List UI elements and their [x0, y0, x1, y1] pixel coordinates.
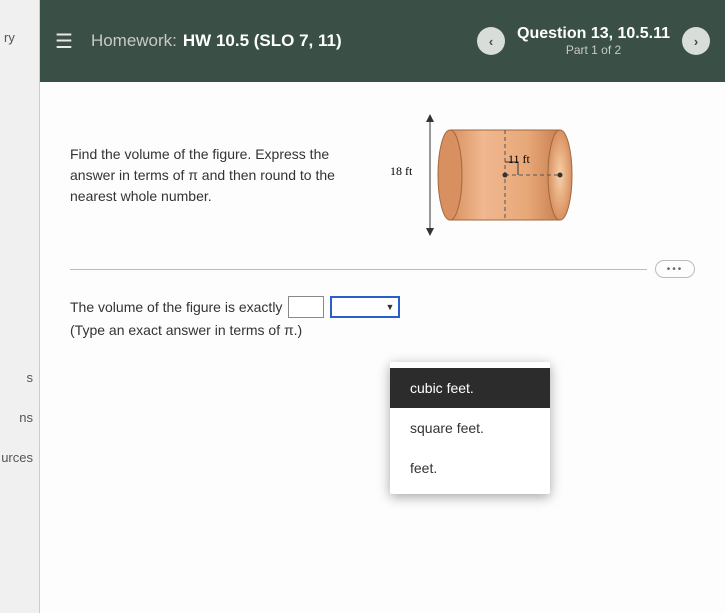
header: ☰ Homework: HW 10.5 (SLO 7, 11) ‹ Questi…: [40, 0, 725, 82]
sidebar-fragment-3: ns: [19, 410, 33, 425]
sidebar-fragment-1: ry: [4, 30, 15, 45]
more-options-button[interactable]: •••: [655, 260, 695, 278]
chevron-down-icon: ▼: [386, 302, 395, 312]
answer-input[interactable]: [288, 296, 324, 318]
answer-hint: (Type an exact answer in terms of π.): [70, 322, 695, 338]
content-area: Find the volume of the figure. Express t…: [40, 82, 725, 613]
menu-icon[interactable]: ☰: [55, 29, 73, 54]
answer-prompt: The volume of the figure is exactly: [70, 299, 282, 315]
next-question-button[interactable]: ›: [682, 27, 710, 55]
unit-dropdown[interactable]: ▼: [330, 296, 400, 318]
height-label: 18 ft: [390, 164, 412, 179]
homework-title: HW 10.5 (SLO 7, 11): [183, 31, 342, 51]
dropdown-option-square-feet[interactable]: square feet.: [390, 408, 550, 448]
prev-question-button[interactable]: ‹: [477, 27, 505, 55]
sidebar-fragment-4: urces: [1, 450, 33, 465]
homework-label: Homework:: [91, 31, 177, 51]
question-part: Part 1 of 2: [517, 43, 670, 57]
question-number: Question 13, 10.5.11: [517, 25, 670, 43]
sidebar-fragment-2: s: [27, 370, 34, 385]
dropdown-option-cubic-feet[interactable]: cubic feet.: [390, 368, 550, 408]
problem-text: Find the volume of the figure. Express t…: [70, 144, 350, 207]
radius-label: 11 ft: [508, 152, 530, 167]
divider: [70, 269, 647, 270]
cylinder-figure: 18 ft 11 ft: [380, 110, 600, 240]
unit-dropdown-menu: cubic feet. square feet. feet.: [390, 362, 550, 494]
dropdown-option-feet[interactable]: feet.: [390, 448, 550, 488]
